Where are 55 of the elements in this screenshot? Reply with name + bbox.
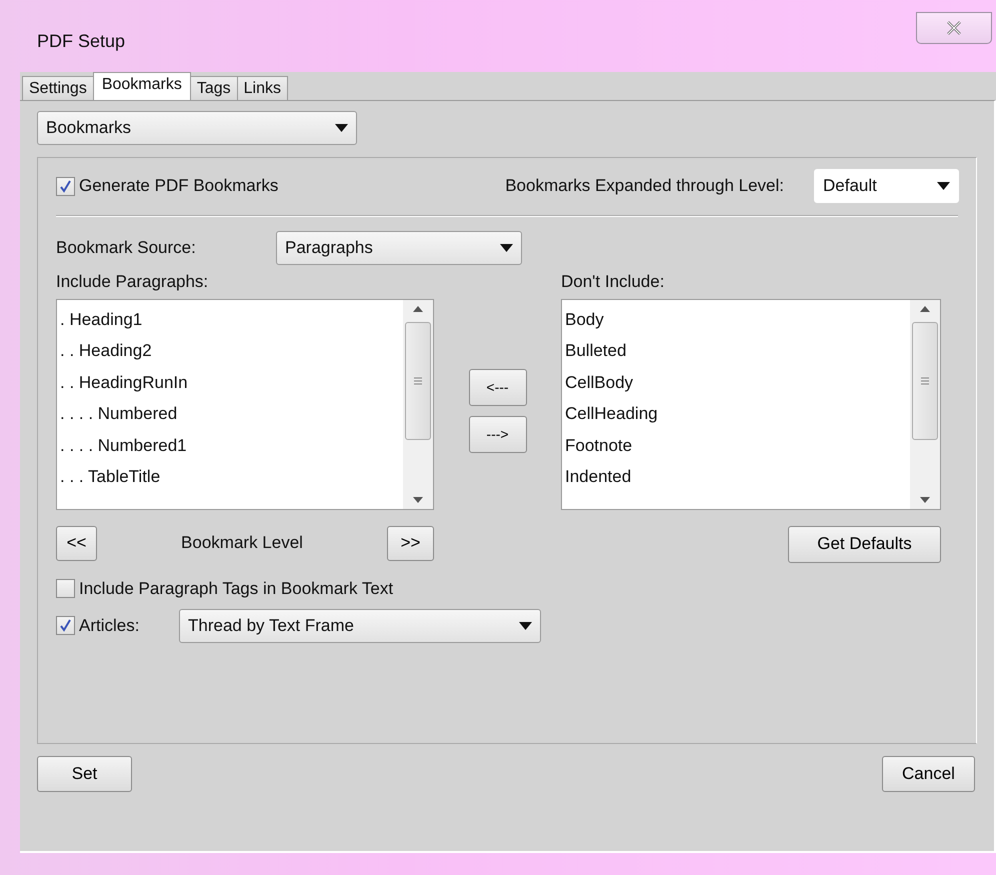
checkbox[interactable] xyxy=(56,616,75,635)
window-title: PDF Setup xyxy=(37,30,126,53)
scroll-thumb[interactable] xyxy=(912,322,938,440)
list-item[interactable]: Indented xyxy=(563,461,910,492)
scrollbar[interactable] xyxy=(910,300,940,508)
scrollbar[interactable] xyxy=(403,300,433,508)
list-item[interactable]: . . . TableTitle xyxy=(58,461,403,492)
checkbox[interactable] xyxy=(56,176,75,196)
caret-icon xyxy=(519,622,532,630)
list-item[interactable]: Bulleted xyxy=(563,335,910,366)
list-item[interactable]: Body xyxy=(563,304,910,335)
tab[interactable]: Tags xyxy=(190,76,238,100)
articles-dropdown[interactable]: Thread by Text Frame xyxy=(179,608,541,642)
move-button[interactable]: <--- xyxy=(468,369,526,406)
list-item[interactable]: . Heading1 xyxy=(58,304,403,335)
move-button[interactable]: ---> xyxy=(468,416,526,453)
grip-icon xyxy=(413,376,423,386)
cancel-button[interactable]: Cancel xyxy=(882,756,975,792)
caret-icon xyxy=(335,124,348,132)
field-label: Bookmarks Expanded through Level: xyxy=(505,175,784,198)
list-label: Include Paragraphs: xyxy=(56,271,210,293)
field-label: Bookmark Source: xyxy=(56,237,197,260)
list-label: Don't Include: xyxy=(561,271,666,293)
scroll-thumb[interactable] xyxy=(405,322,431,440)
list-item[interactable]: Footnote xyxy=(563,430,910,461)
set-button[interactable]: Set xyxy=(37,756,132,792)
list-item[interactable]: . . . . Numbered1 xyxy=(58,430,403,461)
tab[interactable]: Links xyxy=(236,76,288,100)
scroll-up-icon[interactable] xyxy=(413,306,423,312)
checkbox-label: Generate PDF Bookmarks xyxy=(79,175,278,198)
list-item[interactable]: CellHeading xyxy=(563,398,910,430)
list-item[interactable]: . . Heading2 xyxy=(58,335,403,366)
section-dropdown[interactable]: Bookmarks xyxy=(37,111,357,145)
close-icon xyxy=(946,21,962,35)
level-dropdown[interactable]: Default xyxy=(814,169,959,203)
decrease-level-button[interactable]: << xyxy=(56,526,97,560)
source-dropdown[interactable]: Paragraphs xyxy=(276,231,522,265)
caret-icon xyxy=(937,182,950,190)
close-button[interactable] xyxy=(916,12,992,44)
checkbox-label: Include Paragraph Tags in Bookmark Text xyxy=(79,578,394,600)
list-item[interactable]: CellBody xyxy=(563,366,910,398)
list-item[interactable]: . . HeadingRunIn xyxy=(58,366,403,398)
caret-icon xyxy=(500,244,513,252)
grip-icon xyxy=(920,376,930,386)
checkbox-label: Articles: xyxy=(79,614,140,637)
scroll-down-icon[interactable] xyxy=(920,496,930,502)
scroll-up-icon[interactable] xyxy=(920,306,930,312)
checkbox[interactable] xyxy=(56,579,75,598)
get-defaults-button[interactable]: Get Defaults xyxy=(788,526,941,562)
level-label: Bookmark Level xyxy=(180,532,304,554)
increase-level-button[interactable]: >> xyxy=(387,526,434,560)
scroll-down-icon[interactable] xyxy=(413,496,423,502)
tab[interactable]: Bookmarks xyxy=(92,72,191,100)
list-item[interactable]: . . . . Numbered xyxy=(58,398,403,430)
tab[interactable]: Settings xyxy=(22,76,94,100)
